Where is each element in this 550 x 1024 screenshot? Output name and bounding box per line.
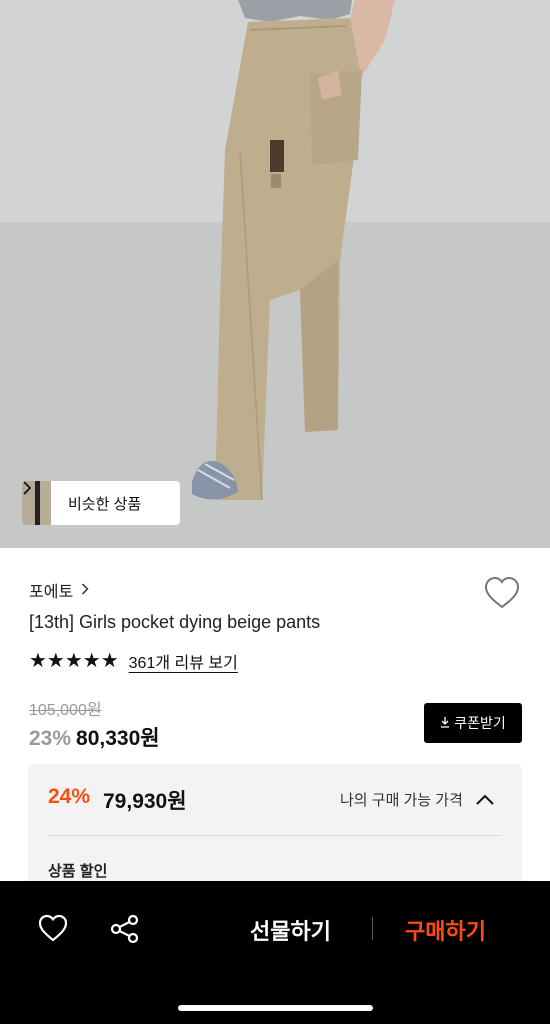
chevron-right-icon: [81, 582, 89, 598]
review-link[interactable]: 361개 리뷰 보기: [129, 649, 238, 673]
similar-products-label: 비슷한 상품: [68, 495, 142, 513]
product-image[interactable]: 비슷한 상품: [0, 0, 550, 548]
download-icon: [440, 716, 450, 731]
my-discount-rate: 24%: [48, 785, 91, 808]
chevron-up-icon: [476, 794, 494, 805]
product-photo-illustration: [0, 0, 550, 548]
bottom-action-bar: 선물하기 구매하기: [0, 881, 550, 1024]
product-discount-label: 상품 할인: [48, 863, 108, 880]
buy-button[interactable]: 구매하기: [405, 914, 486, 946]
divider: [372, 917, 373, 940]
product-title: [13th] Girls pocket dying beige pants: [29, 612, 321, 632]
coupon-label: 쿠폰받기: [454, 715, 506, 731]
divider: [48, 835, 502, 836]
heart-outline-icon[interactable]: [38, 914, 68, 942]
brand-name: 포에토: [29, 584, 74, 601]
my-price-toggle[interactable]: 나의 구매 가능 가격: [340, 789, 495, 810]
rating-stars: ★★★★★: [29, 650, 119, 672]
wishlist-heart-icon[interactable]: [484, 576, 520, 610]
price-row: 23% 80,330원: [29, 722, 160, 752]
home-indicator: [178, 1005, 373, 1011]
similar-products-button[interactable]: 비슷한 상품: [22, 481, 180, 525]
sale-price: 80,330원: [76, 727, 160, 750]
discount-rate: 23%: [29, 727, 72, 750]
rating-row: ★★★★★ 361개 리뷰 보기: [29, 649, 238, 673]
original-price: 105,000원: [29, 702, 102, 719]
share-icon[interactable]: [110, 914, 140, 944]
my-price-label: 나의 구매 가능 가격: [340, 792, 463, 809]
gift-button[interactable]: 선물하기: [250, 914, 331, 946]
brand-link[interactable]: 포에토: [29, 578, 89, 602]
coupon-button[interactable]: 쿠폰받기: [424, 703, 522, 743]
my-price: 79,930원: [103, 790, 187, 813]
